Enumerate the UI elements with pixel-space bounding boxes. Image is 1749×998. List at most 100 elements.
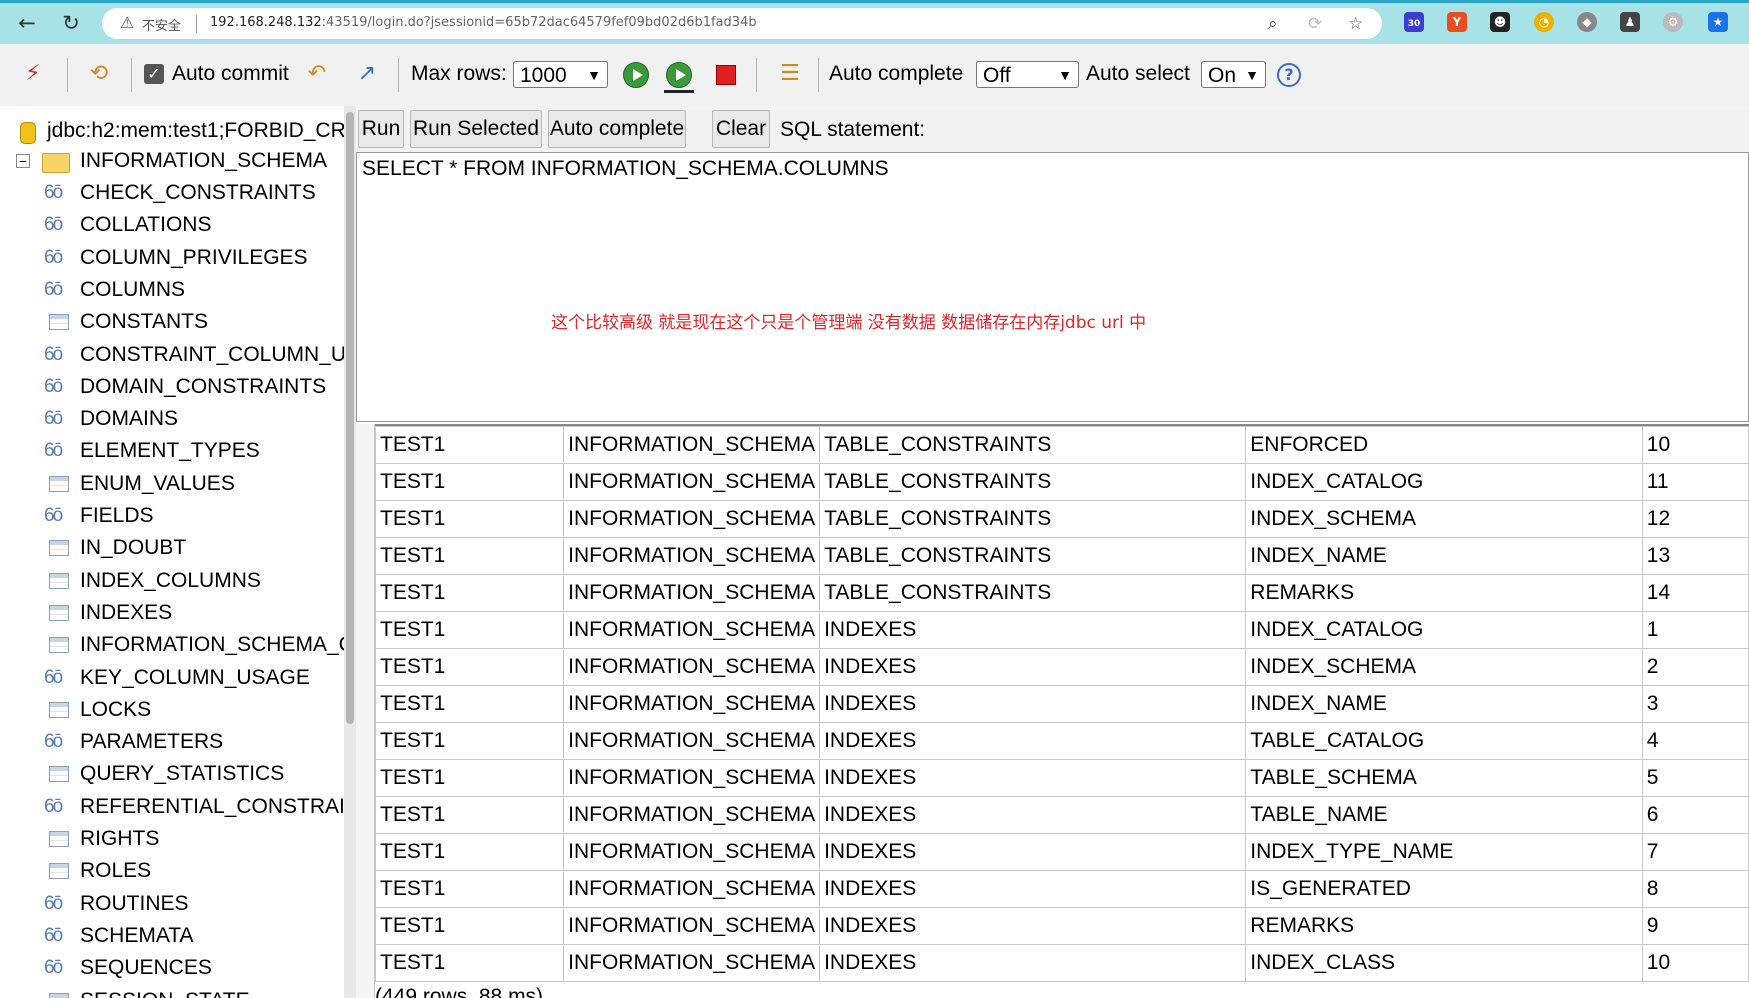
zoom-icon[interactable]: ⌕ <box>1268 14 1278 34</box>
tree-item[interactable]: 6ō CHECK_CONSTRAINTS <box>0 178 344 208</box>
sql-text[interactable]: SELECT * FROM INFORMATION_SCHEMA.COLUMNS <box>362 157 889 181</box>
tree-item[interactable]: 6ō ROUTINES <box>0 889 344 919</box>
schema-node[interactable]: − INFORMATION_SCHEMA <box>0 146 344 176</box>
disconnect-icon[interactable]: ⚡ <box>18 59 48 89</box>
table-row[interactable]: TEST1 INFORMATION_SCHEMA INDEXES REMARKS 9 <box>374 907 1749 945</box>
url-text[interactable]: 192.168.248.132:43519/login.do?jsessioni… <box>210 15 757 30</box>
tree-item[interactable]: ENUM_VALUES <box>0 469 344 499</box>
address-bar[interactable]: ⚠ 不安全 192.168.248.132:43519/login.do?jse… <box>102 8 1382 39</box>
table-row[interactable]: TEST1 INFORMATION_SCHEMA INDEXES INDEX_NAME… <box>374 685 1749 723</box>
tree-item[interactable]: 6ō COLUMNS <box>0 275 344 305</box>
commit-icon[interactable]: ↗ <box>352 59 382 89</box>
clear-button[interactable]: Clear <box>712 110 770 148</box>
tree-item[interactable]: 6ō REFERENTIAL_CONSTRAINTS <box>0 792 344 822</box>
table-catalog-cell: TEST1 <box>374 870 565 908</box>
history-icon[interactable]: ☰ <box>775 59 805 89</box>
reload-icon[interactable]: ↻ <box>58 10 84 36</box>
max-rows-select[interactable]: 1000 ▼ <box>513 61 608 88</box>
tree-item[interactable]: CONSTANTS <box>0 307 344 337</box>
run-icon[interactable] <box>623 62 649 88</box>
tree-item[interactable]: INDEX_COLUMNS <box>0 566 344 596</box>
help-glyph: ? <box>1284 65 1294 84</box>
extension-person-icon[interactable]: ♟ <box>1620 12 1640 32</box>
extension-hat-icon[interactable]: ◆ <box>1577 12 1597 32</box>
table-catalog-cell: TEST1 <box>374 611 565 649</box>
tree-item[interactable]: 6ō DOMAINS <box>0 404 344 434</box>
column-name-cell: TABLE_NAME <box>1245 796 1643 834</box>
rollback-icon[interactable]: ↶ <box>302 59 332 89</box>
table-row[interactable]: TEST1 INFORMATION_SCHEMA INDEXES IS_GENERAT… <box>374 870 1749 908</box>
extension-translate-icon[interactable]: Y <box>1447 12 1467 32</box>
tree-item[interactable]: INFORMATION_SCHEMA_CATALOG_NAME <box>0 630 344 660</box>
view-icon: 6ō <box>44 278 63 300</box>
auto-select-select[interactable]: On ▼ <box>1201 61 1266 88</box>
table-row[interactable]: TEST1 INFORMATION_SCHEMA INDEXES TABLE_SCHE… <box>374 759 1749 797</box>
tree-item[interactable]: LOCKS <box>0 695 344 725</box>
table-catalog-cell: TEST1 <box>374 463 565 501</box>
tree-item[interactable]: 6ō COLLATIONS <box>0 210 344 240</box>
view-icon: 6ō <box>44 892 63 914</box>
table-schema-cell: INFORMATION_SCHEMA <box>563 648 821 686</box>
stop-icon[interactable] <box>716 65 736 85</box>
bookmark-star-icon[interactable]: ☆ <box>1348 14 1363 34</box>
table-row[interactable]: TEST1 INFORMATION_SCHEMA TABLE_CONSTRAINTS… <box>374 574 1749 612</box>
back-arrow-icon[interactable]: ← <box>14 10 40 36</box>
refresh-icon[interactable]: ⟲ <box>84 59 114 89</box>
table-row[interactable]: TEST1 INFORMATION_SCHEMA INDEXES INDEX_CATA… <box>374 611 1749 649</box>
tree-item[interactable]: 6ō KEY_COLUMN_USAGE <box>0 663 344 693</box>
sql-editor[interactable]: SELECT * FROM INFORMATION_SCHEMA.COLUMNS… <box>356 152 1749 422</box>
tree-item[interactable]: RIGHTS <box>0 824 344 854</box>
extension-clock-icon[interactable]: ◔ <box>1534 12 1554 32</box>
extension-badge-icon[interactable]: 30 <box>1404 12 1424 32</box>
tree-item[interactable]: IN_DOUBT <box>0 533 344 563</box>
table-row[interactable]: TEST1 INFORMATION_SCHEMA INDEXES INDEX_TYPE… <box>374 833 1749 871</box>
tree-item[interactable]: 6ō PARAMETERS <box>0 727 344 757</box>
table-row[interactable]: TEST1 INFORMATION_SCHEMA INDEXES TABLE_NAME… <box>374 796 1749 834</box>
table-row[interactable]: TEST1 INFORMATION_SCHEMA INDEXES TABLE_CATA… <box>374 722 1749 760</box>
tree-item[interactable]: 6ō CONSTRAINT_COLUMN_USAGE <box>0 340 344 370</box>
view-icon: 6ō <box>44 795 63 817</box>
tree-item[interactable]: 6ō SCHEMATA <box>0 921 344 951</box>
connection-node[interactable]: jdbc:h2:mem:test1;FORBID_CREATION=FALSE <box>0 116 344 146</box>
table-row[interactable]: TEST1 INFORMATION_SCHEMA INDEXES INDEX_CLAS… <box>374 944 1749 982</box>
table-name-cell: INDEXES <box>819 759 1247 797</box>
tree-item-label: PARAMETERS <box>80 730 224 754</box>
table-icon <box>49 992 69 998</box>
tree-item-label: INFORMATION_SCHEMA_CATALOG_NAME <box>80 633 344 657</box>
run-button[interactable]: Run <box>358 110 404 148</box>
table-row[interactable]: TEST1 INFORMATION_SCHEMA TABLE_CONSTRAINTS… <box>374 426 1749 464</box>
tree-item[interactable]: QUERY_STATISTICS <box>0 759 344 789</box>
ordinal-position-cell: 12 <box>1641 500 1749 538</box>
tree-item[interactable]: 6ō FIELDS <box>0 501 344 531</box>
tree-item[interactable]: 6ō SEQUENCES <box>0 953 344 983</box>
extension-star-icon[interactable]: ★ <box>1708 12 1728 32</box>
tree-scrollbar[interactable] <box>344 106 356 998</box>
tree-item[interactable]: SESSION_STATE <box>0 986 344 998</box>
run-selected-icon[interactable] <box>666 62 692 88</box>
extension-settings-icon[interactable]: ⚙ <box>1663 12 1683 32</box>
column-name-cell: IS_GENERATED <box>1245 870 1643 908</box>
table-row[interactable]: TEST1 INFORMATION_SCHEMA TABLE_CONSTRAINTS… <box>374 537 1749 575</box>
ordinal-position-cell: 14 <box>1641 574 1749 612</box>
scrollbar-thumb[interactable] <box>346 112 354 724</box>
table-row[interactable]: TEST1 INFORMATION_SCHEMA TABLE_CONSTRAINTS… <box>374 500 1749 538</box>
table-row[interactable]: TEST1 INFORMATION_SCHEMA INDEXES INDEX_SCHE… <box>374 648 1749 686</box>
toolbar-separator <box>756 58 757 92</box>
auto-complete-button[interactable]: Auto complete <box>548 110 686 148</box>
tree-item[interactable]: INDEXES <box>0 598 344 628</box>
ordinal-position-cell: 10 <box>1641 944 1749 982</box>
tree-item[interactable]: 6ō DOMAIN_CONSTRAINTS <box>0 372 344 402</box>
collapse-icon[interactable]: − <box>16 154 30 168</box>
tree-item[interactable]: ROLES <box>0 856 344 886</box>
table-schema-cell: INFORMATION_SCHEMA <box>563 463 821 501</box>
sync-icon[interactable]: ⟳ <box>1308 14 1322 34</box>
run-selected-button[interactable]: Run Selected <box>410 110 542 148</box>
extension-face-icon[interactable]: ☻ <box>1490 12 1510 32</box>
tree-item[interactable]: 6ō COLUMN_PRIVILEGES <box>0 243 344 273</box>
table-row[interactable]: TEST1 INFORMATION_SCHEMA TABLE_CONSTRAINTS… <box>374 463 1749 501</box>
tree-item[interactable]: 6ō ELEMENT_TYPES <box>0 436 344 466</box>
tree-item-label: DOMAIN_CONSTRAINTS <box>80 374 327 398</box>
auto-commit-checkbox[interactable]: ✓ <box>144 64 164 84</box>
help-icon[interactable]: ? <box>1277 63 1301 87</box>
auto-complete-select[interactable]: Off ▼ <box>976 61 1079 88</box>
